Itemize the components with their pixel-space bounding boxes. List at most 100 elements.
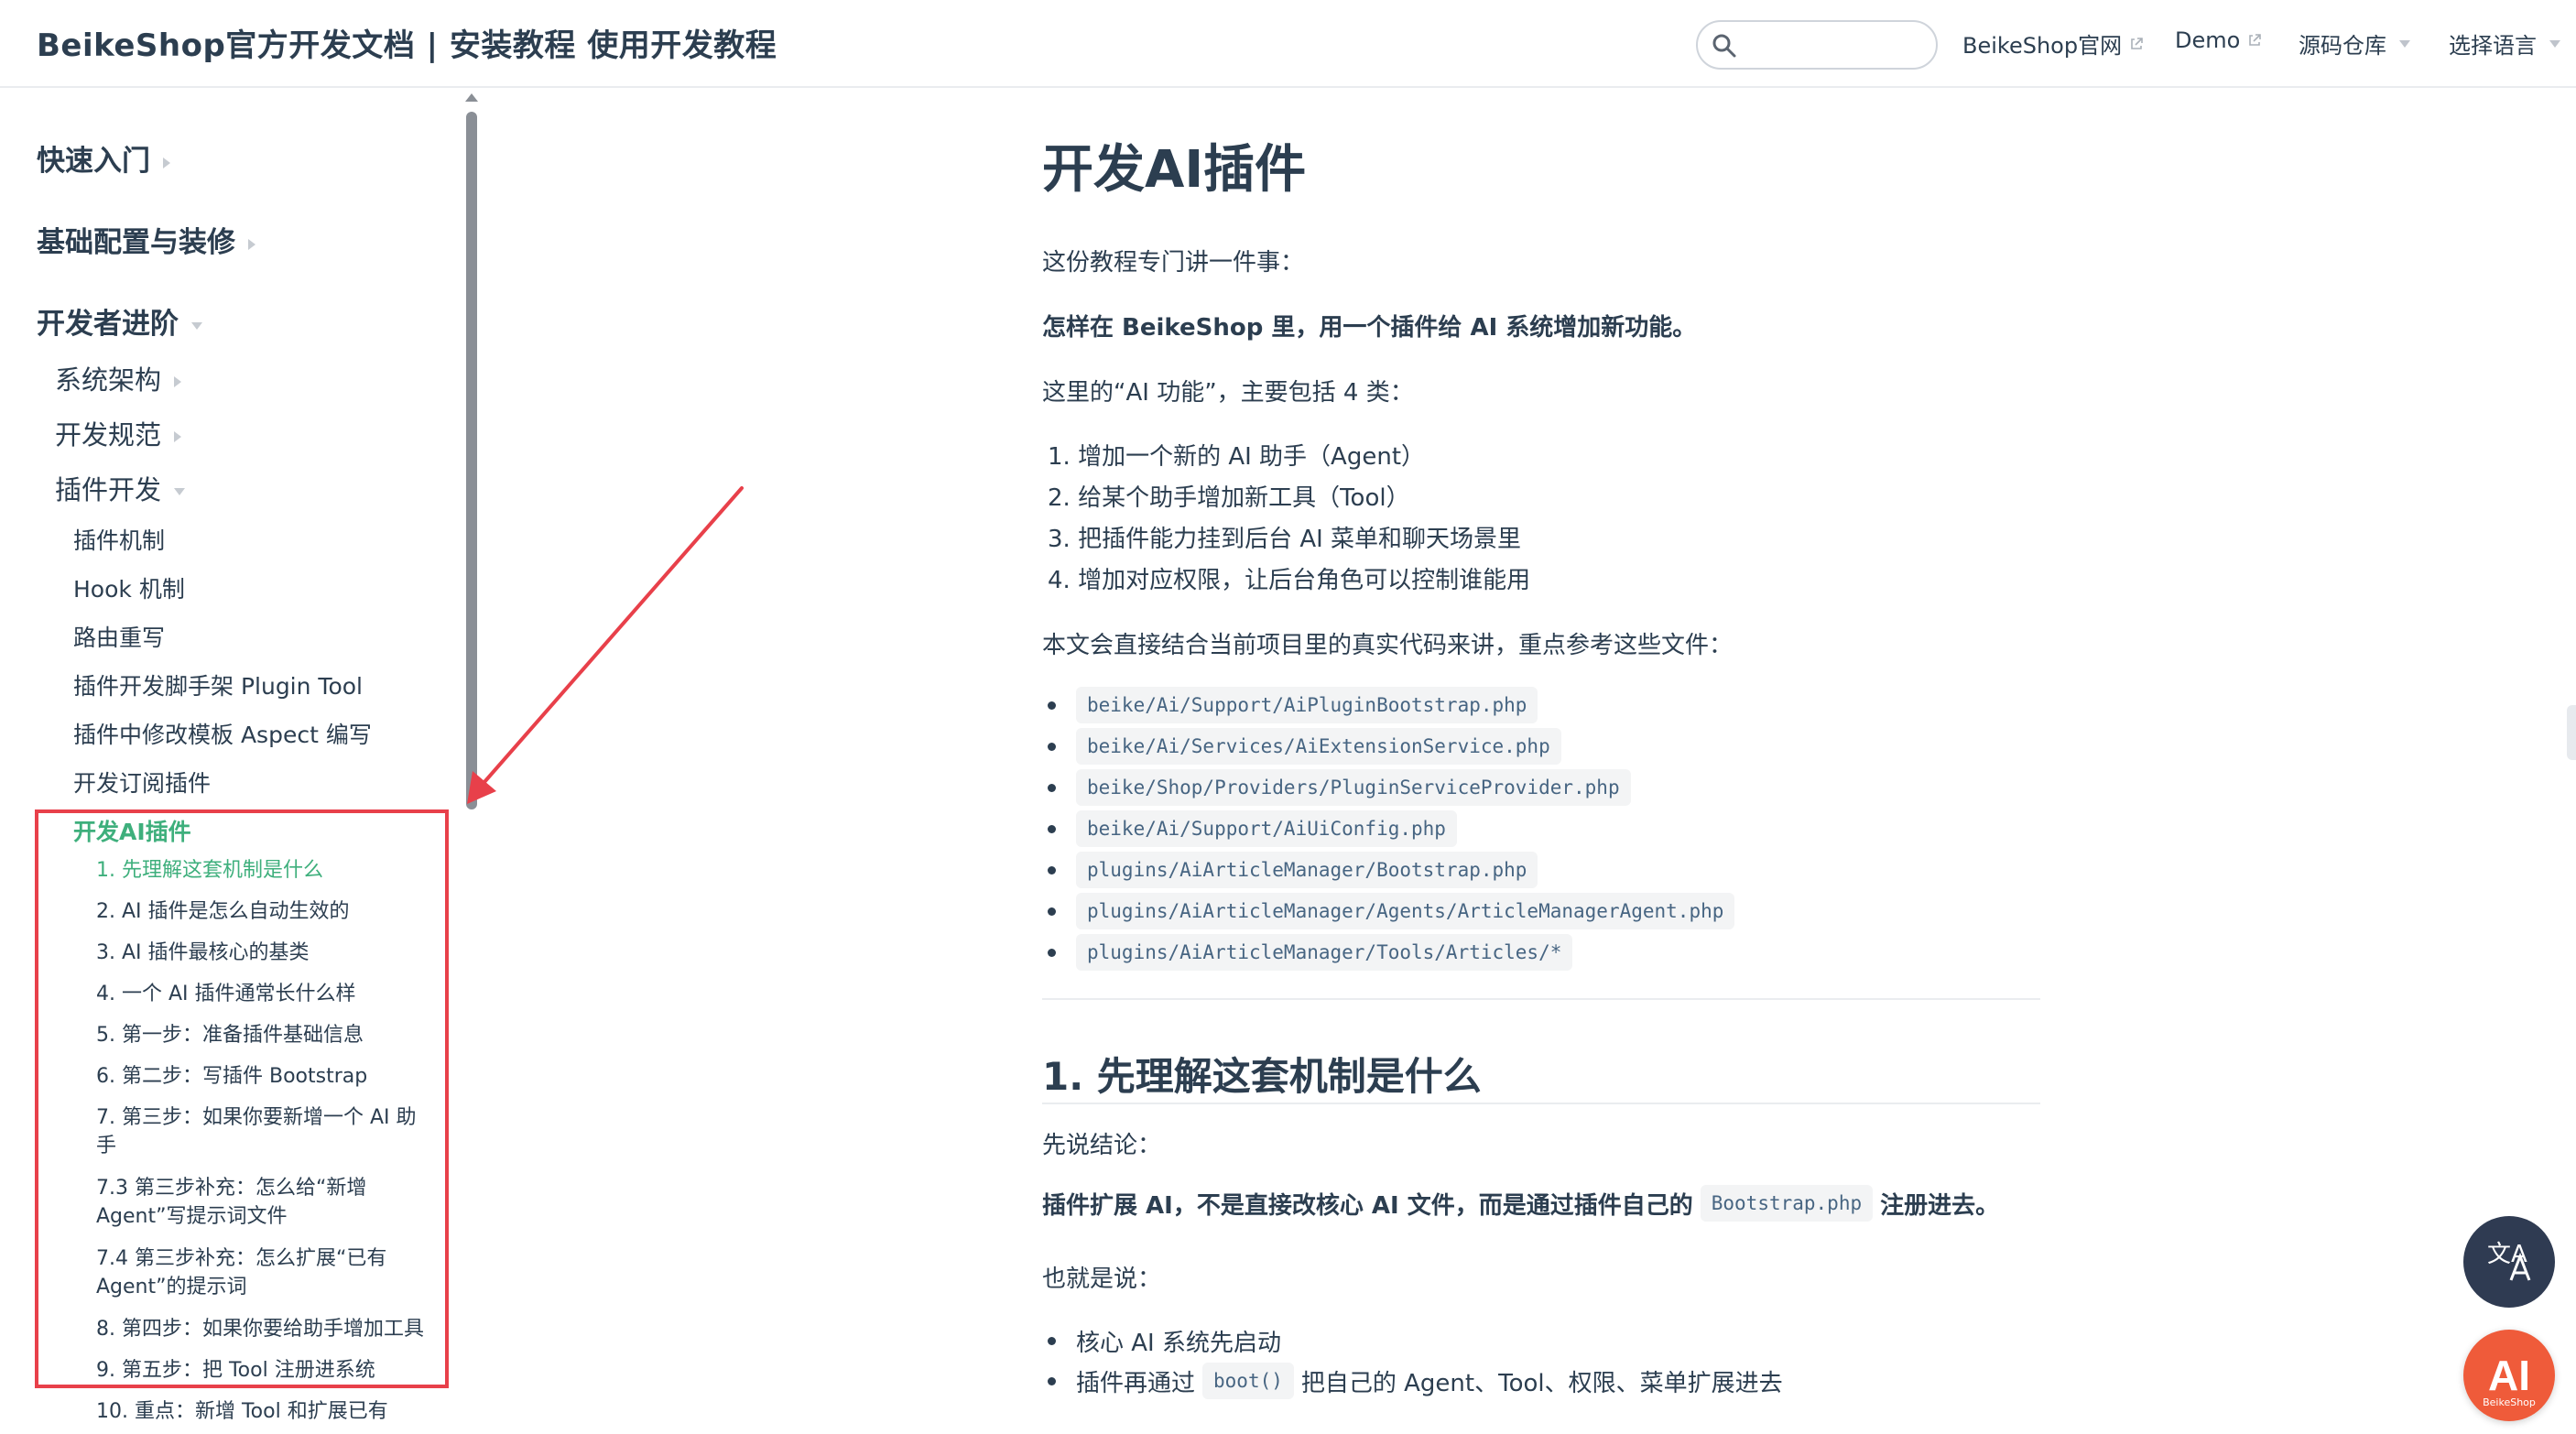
- sidebar-item-subscription-plugin[interactable]: 开发订阅插件: [73, 766, 211, 798]
- sidebar-item-plugin-dev[interactable]: 插件开发: [55, 469, 186, 507]
- sidebar-item-label: 插件开发: [55, 474, 162, 505]
- bullet-icon: [1048, 865, 1056, 875]
- inline-code: plugins/AiArticleManager/Bootstrap.php: [1076, 852, 1538, 888]
- top-navbar: BeikeShop官方开发文档 | 安装教程 使用开发教程 BeikeShop官…: [0, 0, 2576, 88]
- toc-item[interactable]: 7.3 第三步补充：怎么给“新增 Agent”写提示词文件: [96, 1174, 435, 1231]
- toc-item[interactable]: 3. AI 插件最核心的基类: [96, 939, 435, 967]
- toc-item[interactable]: 10. 重点：新增 Tool 和扩展已有: [96, 1397, 435, 1426]
- file-list-item: beike/Ai/Support/AiUiConfig.php: [1048, 810, 1457, 847]
- conclusion-text-pre: 插件扩展 AI，不是直接改核心 AI 文件，而是通过插件自己的: [1042, 1191, 1693, 1220]
- inline-code: beike/Ai/Services/AiExtensionService.php: [1076, 728, 1561, 765]
- toc-item[interactable]: 4. 一个 AI 插件通常长什么样: [96, 980, 435, 1008]
- sidebar-item-aspect[interactable]: 插件中修改模板 Aspect 编写: [73, 717, 372, 750]
- file-list-item: plugins/AiArticleManager/Agents/ArticleM…: [1048, 893, 1735, 929]
- page-title: 开发AI插件: [1042, 140, 1307, 200]
- ai-brand-label: BeikeShop: [2483, 1396, 2536, 1408]
- toc-item[interactable]: 6. 第二步：写插件 Bootstrap: [96, 1062, 435, 1091]
- sidebar-section-advanced[interactable]: 开发者进阶: [37, 300, 202, 342]
- that-is-label: 也就是说：: [1042, 1266, 1162, 1293]
- ai-label: AI: [2488, 1352, 2530, 1399]
- toc-item[interactable]: 7. 第三步：如果你要新增一个 AI 助手: [96, 1103, 435, 1160]
- toc-item[interactable]: 1. 先理解这套机制是什么: [96, 856, 435, 885]
- main-content: 开发AI插件 这份教程专门讲一件事： 怎样在 BeikeShop 里，用一个插件…: [1042, 88, 2040, 1434]
- external-link-icon: [2131, 37, 2143, 49]
- sidebar-item-ai-plugin[interactable]: 开发AI插件: [73, 814, 191, 847]
- toc-item[interactable]: 2. AI 插件是怎么自动生效的: [96, 897, 435, 926]
- translate-button[interactable]: 文A: [2463, 1216, 2555, 1308]
- list-item: 核心 AI 系统先启动: [1048, 1324, 1281, 1358]
- nav-dropdown-source-repo[interactable]: 源码仓库: [2299, 27, 2410, 60]
- svg-text:文A: 文A: [2487, 1241, 2527, 1268]
- bullet-icon: [1048, 824, 1056, 833]
- divider: [1042, 998, 2040, 1000]
- nav-link-label: BeikeShop官网: [1962, 33, 2123, 59]
- chevron-right-icon: [174, 376, 182, 387]
- nav-dropdown-language[interactable]: 选择语言: [2449, 27, 2560, 60]
- inline-code: Bootstrap.php: [1700, 1185, 1874, 1222]
- edge-handle[interactable]: [2567, 705, 2576, 760]
- ordered-list-item: 3. 把插件能力挂到后台 AI 菜单和聊天场景里: [1048, 526, 1522, 553]
- ordered-list-item: 1. 增加一个新的 AI 助手（Agent）: [1048, 443, 1426, 471]
- inline-code: beike/Ai/Support/AiUiConfig.php: [1076, 810, 1457, 847]
- sidebar-section-quickstart[interactable]: 快速入门: [37, 137, 170, 179]
- sidebar-item-architecture[interactable]: 系统架构: [55, 359, 182, 397]
- nav-link-demo[interactable]: Demo: [2175, 27, 2262, 53]
- chevron-right-icon: [248, 238, 255, 250]
- nav-link-label: Demo: [2175, 27, 2241, 53]
- bullet-icon: [1048, 1376, 1056, 1385]
- list-item-text: 插件再通过: [1076, 1369, 1196, 1397]
- translate-icon: 文A: [2487, 1241, 2531, 1281]
- list-item-text: 把自己的 Agent、Tool、权限、菜单扩展进去: [1300, 1369, 1783, 1397]
- sidebar-scrollbar-thumb[interactable]: [466, 112, 477, 809]
- sidebar-section-basic-config[interactable]: 基础配置与装修: [37, 219, 255, 260]
- intro-paragraph: 这份教程专门讲一件事：: [1042, 249, 1305, 277]
- chevron-down-icon: [174, 488, 186, 495]
- list-item: 插件再通过 boot() 把自己的 Agent、Tool、权限、菜单扩展进去: [1048, 1363, 1783, 1399]
- nav-link-official-site[interactable]: BeikeShop官网: [1962, 27, 2144, 60]
- sidebar-item-plugin-tool[interactable]: 插件开发脚手架 Plugin Tool: [73, 668, 363, 701]
- ordered-list-item: 2. 给某个助手增加新工具（Tool）: [1048, 484, 1410, 512]
- inline-code: plugins/AiArticleManager/Agents/ArticleM…: [1076, 893, 1735, 929]
- sidebar-item-label: 快速入门: [37, 145, 150, 178]
- nav-link-label: 选择语言: [2449, 33, 2537, 59]
- sidebar-item-hook[interactable]: Hook 机制: [73, 571, 185, 604]
- file-list-item: beike/Ai/Support/AiPluginBootstrap.php: [1048, 687, 1538, 723]
- ai-assistant-button[interactable]: AI BeikeShop: [2463, 1330, 2555, 1421]
- bullet-icon: [1048, 1337, 1056, 1345]
- inline-code: boot(): [1202, 1363, 1294, 1399]
- inline-code: beike/Shop/Providers/PluginServiceProvid…: [1076, 769, 1631, 806]
- bullet-icon: [1048, 701, 1056, 710]
- file-list-item: plugins/AiArticleManager/Tools/Articles/…: [1048, 934, 1573, 971]
- features-intro: 这里的“AI 功能”，主要包括 4 类：: [1042, 379, 1414, 407]
- chevron-down-icon: [2399, 39, 2410, 48]
- inline-code: plugins/AiArticleManager/Tools/Articles/…: [1076, 934, 1573, 971]
- list-item-text: 核心 AI 系统先启动: [1076, 1330, 1281, 1357]
- file-list-item: plugins/AiArticleManager/Bootstrap.php: [1048, 852, 1538, 888]
- chevron-down-icon: [2549, 39, 2560, 48]
- external-link-icon: [2249, 34, 2262, 46]
- ordered-list-item: 4. 增加对应权限，让后台角色可以控制谁能用: [1048, 567, 1531, 594]
- toc-item[interactable]: 9. 第五步：把 Tool 注册进系统: [96, 1356, 435, 1385]
- chevron-right-icon: [163, 157, 170, 168]
- sidebar-item-label: 开发规范: [55, 419, 162, 451]
- toc-item[interactable]: 5. 第一步：准备插件基础信息: [96, 1021, 435, 1049]
- bullet-icon: [1048, 907, 1056, 916]
- conclusion-paragraph: 插件扩展 AI，不是直接改核心 AI 文件，而是通过插件自己的 Bootstra…: [1042, 1185, 1999, 1222]
- scroll-up-arrow-icon[interactable]: [465, 93, 478, 102]
- toc-item[interactable]: 8. 第四步：如果你要给助手增加工具: [96, 1315, 435, 1343]
- bullet-icon: [1048, 783, 1056, 792]
- sidebar-item-label: 系统架构: [55, 364, 162, 396]
- file-list-item: beike/Ai/Services/AiExtensionService.php: [1048, 728, 1561, 765]
- sidebar: 快速入门 基础配置与装修 开发者进阶 系统架构 开发规范 插件开发 插件机制 H…: [0, 88, 485, 1434]
- conclusion-text-post: 注册进去。: [1880, 1191, 2000, 1220]
- files-intro: 本文会直接结合当前项目里的真实代码来讲，重点参考这些文件：: [1042, 632, 1734, 659]
- sidebar-item-label: 基础配置与装修: [37, 226, 235, 259]
- toc-item[interactable]: 7.4 第三步补充：怎么扩展“已有 Agent”的提示词: [96, 1244, 435, 1301]
- sidebar-item-route-rewrite[interactable]: 路由重写: [73, 620, 165, 653]
- file-list-item: beike/Shop/Providers/PluginServiceProvid…: [1048, 769, 1631, 806]
- sidebar-item-label: 开发者进阶: [37, 308, 179, 341]
- sidebar-item-plugin-mechanism[interactable]: 插件机制: [73, 523, 165, 556]
- sidebar-item-dev-standards[interactable]: 开发规范: [55, 414, 182, 452]
- divider: [1042, 1103, 2040, 1104]
- section-heading[interactable]: 1. 先理解这套机制是什么: [1042, 1046, 1482, 1102]
